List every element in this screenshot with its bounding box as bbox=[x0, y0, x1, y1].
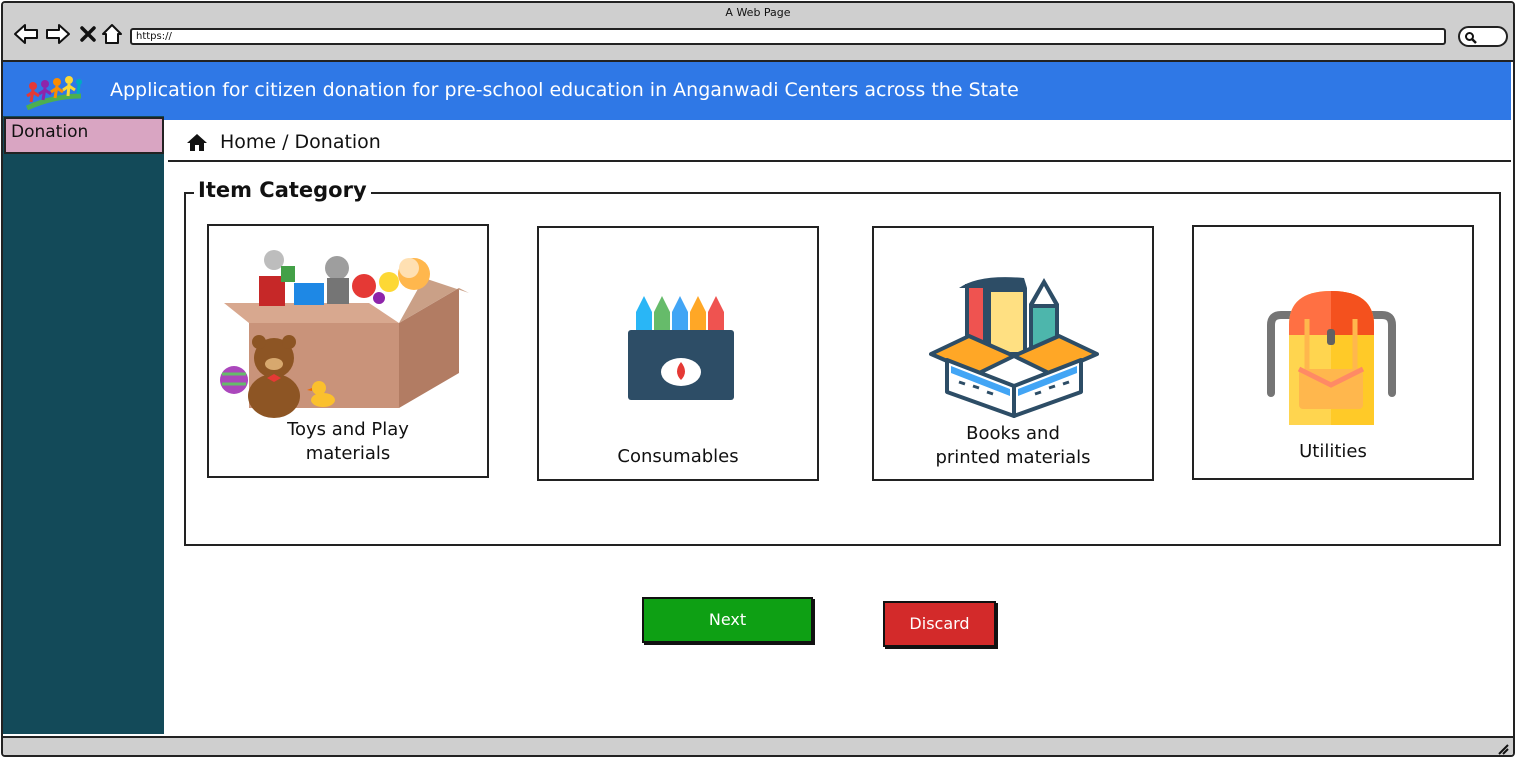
breadcrumb-divider bbox=[168, 160, 1511, 162]
resize-grip-icon[interactable] bbox=[1497, 743, 1509, 755]
home-nav-icon[interactable] bbox=[99, 21, 125, 47]
logo-icon bbox=[25, 76, 82, 111]
category-card-label-line1: Books and bbox=[966, 423, 1060, 444]
breadcrumb-home-link[interactable]: Home bbox=[220, 131, 276, 153]
category-card-label-line1: Utilities bbox=[1299, 441, 1367, 462]
category-card-label-line1: Toys and Play bbox=[287, 419, 409, 440]
books-box-icon bbox=[929, 277, 1099, 418]
category-card-label-line2: materials bbox=[305, 443, 391, 464]
sidebar: Donation bbox=[3, 116, 164, 734]
category-card-label-line2: printed materials bbox=[935, 447, 1091, 468]
stop-icon[interactable] bbox=[75, 21, 101, 47]
crayon-box-icon bbox=[628, 296, 734, 400]
category-card-toys[interactable]: Toys and Play materials bbox=[207, 224, 489, 478]
sidebar-item-donation[interactable]: Donation bbox=[4, 117, 164, 154]
breadcrumb-separator: / bbox=[282, 131, 289, 153]
browser-search-button[interactable] bbox=[1458, 26, 1508, 47]
item-category-legend: Item Category bbox=[194, 178, 371, 202]
url-input[interactable]: https:// bbox=[130, 28, 1446, 45]
search-icon bbox=[1465, 32, 1477, 44]
back-icon[interactable] bbox=[13, 21, 39, 47]
category-card-label-line1: Consumables bbox=[617, 446, 739, 467]
category-card-books[interactable]: Books and printed materials bbox=[872, 226, 1154, 481]
discard-button[interactable]: Discard bbox=[883, 601, 996, 647]
next-button[interactable]: Next bbox=[642, 597, 813, 643]
forward-icon[interactable] bbox=[45, 21, 71, 47]
browser-statusbar bbox=[3, 736, 1513, 755]
category-card-consumables[interactable]: Consumables bbox=[537, 226, 819, 481]
toy-box-icon bbox=[220, 250, 469, 418]
app-banner: Application for citizen donation for pre… bbox=[3, 62, 1511, 120]
category-card-utilities[interactable]: Utilities bbox=[1192, 225, 1474, 480]
browser-titlebar: A Web Page https:// bbox=[3, 3, 1513, 62]
browser-window: A Web Page https:// Application for citi… bbox=[1, 1, 1515, 757]
backpack-icon bbox=[1267, 291, 1396, 425]
breadcrumb-current: Donation bbox=[294, 131, 381, 153]
window-title: A Web Page bbox=[725, 6, 791, 19]
home-icon[interactable] bbox=[186, 132, 208, 152]
banner-title: Application for citizen donation for pre… bbox=[110, 79, 1019, 101]
breadcrumb: Home / Donation bbox=[186, 131, 381, 153]
